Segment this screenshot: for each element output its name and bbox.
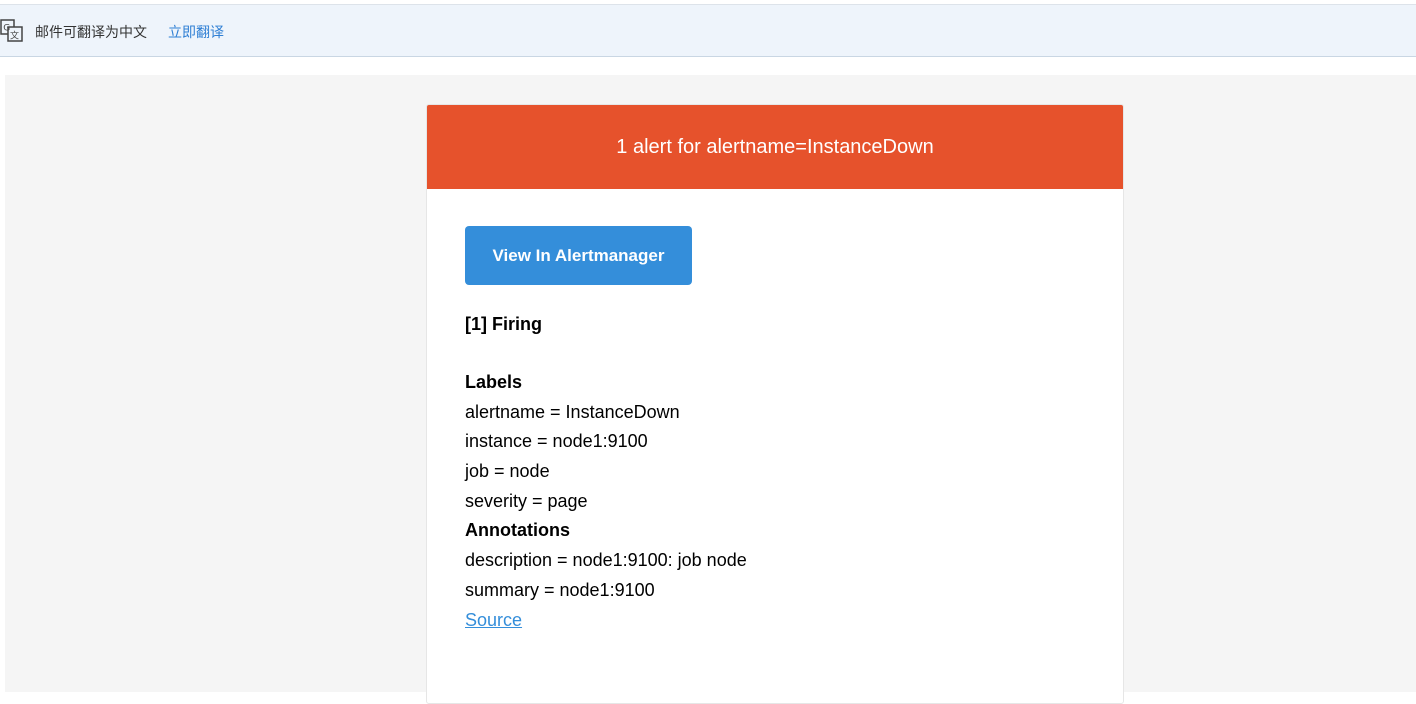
translate-now-link[interactable]: 立即翻译 bbox=[168, 22, 224, 42]
svg-text:文: 文 bbox=[10, 30, 19, 42]
label-row: severity = page bbox=[465, 490, 588, 511]
alert-email-card: 1 alert for alertname=InstanceDown View … bbox=[426, 104, 1124, 704]
alert-details: Labels alertname = InstanceDown instance… bbox=[465, 368, 747, 635]
alert-header: 1 alert for alertname=InstanceDown bbox=[427, 105, 1123, 189]
firing-heading: [1] Firing bbox=[465, 314, 542, 334]
source-link[interactable]: Source bbox=[465, 610, 522, 630]
view-in-alertmanager-button[interactable]: View In Alertmanager bbox=[465, 226, 692, 285]
label-row: instance = node1:9100 bbox=[465, 431, 648, 452]
annotation-row: description = node1:9100: job node bbox=[465, 550, 747, 571]
translate-icon[interactable]: G 文 bbox=[0, 19, 24, 43]
labels-heading: Labels bbox=[465, 372, 523, 392]
label-row: job = node bbox=[465, 461, 550, 482]
translate-message: 邮件可翻译为中文 bbox=[35, 25, 147, 41]
translate-bar: G 文 邮件可翻译为中文 立即翻译 bbox=[0, 5, 1416, 57]
alert-header-title: 1 alert for alertname=InstanceDown bbox=[616, 135, 934, 158]
annotations-heading: Annotations bbox=[465, 520, 570, 541]
label-row: alertname = InstanceDown bbox=[465, 401, 680, 422]
annotation-row: summary = node1:9100 bbox=[465, 579, 655, 600]
